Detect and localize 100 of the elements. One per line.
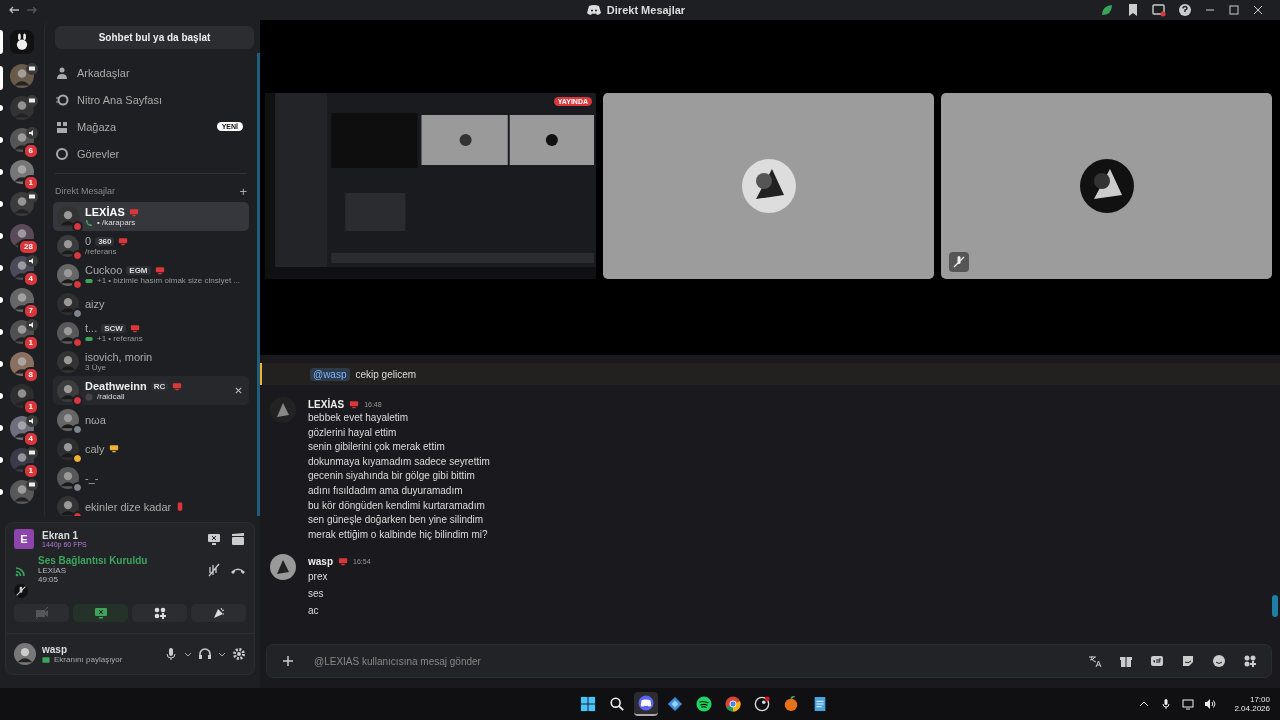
emoji-icon[interactable] bbox=[1212, 654, 1226, 668]
desktop-icon bbox=[338, 556, 348, 566]
back-icon[interactable] bbox=[8, 4, 20, 16]
window-title: Direkt Mesajlar bbox=[606, 4, 686, 16]
mention-badge: 28 bbox=[18, 239, 39, 255]
speaker-icon bbox=[26, 255, 38, 267]
dm-item[interactable]: caly bbox=[53, 434, 249, 463]
plus-icon[interactable] bbox=[281, 654, 295, 668]
dm-subtitle: +1 • bizimle hasım olmak size cinsiyet ... bbox=[97, 276, 241, 285]
nav-item[interactable]: Arkadaşlar bbox=[77, 66, 247, 79]
speaker-icon bbox=[26, 319, 38, 331]
dm-item[interactable]: t... SCW +1 • referans bbox=[53, 318, 249, 347]
search-button[interactable]: Sohbet bul ya da başlat bbox=[55, 26, 254, 49]
avatar bbox=[57, 205, 79, 228]
dm-subtitle: +1 • referans bbox=[97, 334, 143, 343]
avatar bbox=[57, 408, 79, 431]
search-icon bbox=[609, 696, 626, 712]
dm-item[interactable]: -_- bbox=[53, 463, 249, 492]
dm-item[interactable]: Deathweinn RC /raidcall bbox=[53, 376, 249, 405]
gift-icon[interactable] bbox=[1119, 654, 1133, 668]
settings-icon[interactable] bbox=[232, 647, 246, 661]
speaker-icon[interactable] bbox=[1204, 698, 1217, 710]
close-icon[interactable] bbox=[234, 386, 243, 395]
desktop-icon bbox=[118, 236, 129, 246]
camera-off-icon bbox=[34, 606, 49, 620]
help-icon[interactable] bbox=[1178, 3, 1192, 17]
party-popper-icon bbox=[211, 606, 226, 620]
muted-mic-icon bbox=[14, 584, 28, 598]
video-tile[interactable] bbox=[603, 93, 934, 279]
home-icon[interactable] bbox=[10, 30, 34, 54]
dm-item[interactable]: ekinler dize kadar bbox=[53, 492, 249, 516]
dm-item[interactable]: aizy bbox=[53, 289, 249, 318]
chevron-down-icon[interactable] bbox=[218, 650, 226, 658]
apps-icon[interactable] bbox=[1243, 654, 1257, 668]
mention-badge: 1 bbox=[22, 335, 39, 351]
maximize-icon[interactable] bbox=[1228, 4, 1240, 16]
desktop-icon bbox=[172, 381, 183, 391]
app-icon bbox=[85, 392, 93, 401]
discord-logo-icon bbox=[586, 3, 601, 17]
sticker-icon[interactable] bbox=[1181, 654, 1195, 668]
stop-stream-icon[interactable] bbox=[206, 531, 222, 547]
noise-off-icon[interactable] bbox=[206, 561, 222, 578]
message-text: merak ettiğim o kalbinde hiç bilindim mi? bbox=[308, 527, 489, 542]
leaf-icon[interactable] bbox=[1100, 3, 1114, 17]
add-dm-button[interactable]: + bbox=[239, 183, 247, 199]
server-tag: 360 bbox=[95, 236, 115, 246]
close-icon[interactable] bbox=[1252, 4, 1264, 16]
video-tile[interactable] bbox=[941, 93, 1272, 279]
scrollbar-thumb[interactable] bbox=[1272, 595, 1278, 617]
gif-icon[interactable] bbox=[1150, 654, 1164, 668]
nav-item[interactable]: Görevler bbox=[77, 147, 247, 160]
clapper-icon[interactable] bbox=[230, 531, 246, 547]
dm-item[interactable]: isovich, morin 3 Üye bbox=[53, 347, 249, 376]
headphones-icon[interactable] bbox=[198, 647, 212, 661]
dm-item[interactable]: LEXİAS • /karapars bbox=[53, 202, 249, 231]
speaker-icon bbox=[26, 127, 38, 139]
message-text: bu kör döngüden kendimi kurtaramadım bbox=[308, 498, 486, 513]
clock-date[interactable]: 2.04.2026 bbox=[1234, 704, 1270, 713]
dm-subtitle: /referans bbox=[85, 247, 117, 256]
user-mention[interactable]: @wasp bbox=[310, 367, 350, 381]
microphone-icon[interactable] bbox=[1160, 698, 1173, 710]
clock-time[interactable]: 17:00 bbox=[1249, 695, 1270, 704]
speaker-icon bbox=[26, 415, 38, 427]
author-name[interactable]: LEXİAS bbox=[308, 398, 345, 410]
user-status: Ekranını paylaşıyor bbox=[54, 655, 123, 664]
soundboard-button[interactable] bbox=[191, 604, 246, 622]
dm-name: LEXİAS bbox=[85, 206, 125, 218]
dm-item[interactable]: 0 360 /referans bbox=[53, 231, 249, 260]
author-name[interactable]: wasp bbox=[308, 555, 333, 567]
avatar bbox=[57, 466, 79, 489]
nav-item[interactable]: Mağaza bbox=[77, 120, 209, 133]
server-tag: EGM bbox=[126, 265, 151, 275]
screen-share-icon bbox=[26, 63, 38, 75]
message-field[interactable]: @LEXİAS kullanıcısına mesaj gönder bbox=[266, 644, 1272, 678]
screen-share-icon bbox=[93, 606, 108, 620]
message-text: adını fısıldadım ama duyuramadım bbox=[308, 483, 464, 498]
desktop-icon bbox=[154, 265, 165, 275]
chevron-down-icon[interactable] bbox=[184, 650, 192, 658]
bookmark-icon[interactable] bbox=[1126, 3, 1140, 17]
nav-item[interactable]: Nitro Ana Sayfası bbox=[77, 93, 247, 106]
monitor-icon[interactable] bbox=[1182, 698, 1195, 710]
activities-button[interactable] bbox=[132, 604, 187, 622]
screen-share-button[interactable] bbox=[73, 604, 128, 622]
dm-name: -_- bbox=[85, 471, 99, 484]
fruit-icon bbox=[783, 696, 800, 712]
message-input[interactable]: @LEXİAS kullanıcısına mesaj gönder bbox=[312, 654, 1071, 668]
user-name: wasp bbox=[42, 644, 68, 655]
desktop-icon bbox=[349, 399, 360, 409]
server-tag: RC bbox=[150, 381, 169, 391]
dm-item[interactable]: Cuckoo EGM +1 • bizimle hasım olmak size cinsiyet ... bbox=[53, 260, 249, 289]
microphone-icon[interactable] bbox=[164, 647, 178, 661]
taskbar-app[interactable] bbox=[634, 692, 659, 716]
activities-icon bbox=[152, 606, 167, 620]
message-text: prex bbox=[308, 570, 329, 585]
dm-item[interactable]: nωa bbox=[53, 405, 249, 434]
screen-record-icon[interactable] bbox=[1152, 3, 1166, 17]
nitro-icon bbox=[55, 92, 69, 107]
avatar bbox=[57, 263, 79, 286]
dm-subtitle: 3 Üye bbox=[85, 363, 106, 372]
translate-icon[interactable] bbox=[1088, 654, 1102, 668]
